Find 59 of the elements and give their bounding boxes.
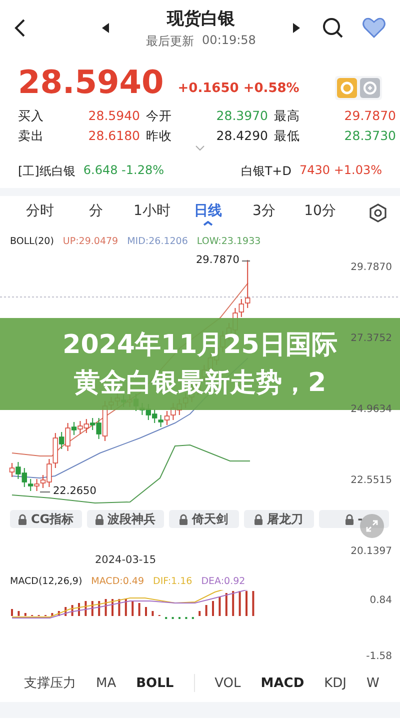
price-axis-label: 20.1397 xyxy=(350,546,392,557)
stat-label: 昨收 xyxy=(146,128,173,145)
boll-middle-value: MID:26.1206 xyxy=(127,236,188,249)
macd-name: MACD(12,26,9) xyxy=(10,576,82,589)
indicator-chip[interactable]: 倚天剑 xyxy=(168,510,239,528)
macd-value: MACD:0.49 xyxy=(91,576,144,589)
stat-label: 卖出 xyxy=(18,128,45,145)
stat-value: 28.4290 xyxy=(215,128,269,145)
update-label: 最后更新 xyxy=(146,32,194,50)
macd-axis-label: 0.84 xyxy=(370,595,392,606)
stat-value: 28.6180 xyxy=(87,128,141,145)
indicator-chip[interactable]: - xyxy=(318,510,389,528)
related-name[interactable]: [工]纸白银 xyxy=(18,163,76,180)
boll-lower-value: LOW:23.1933 xyxy=(196,236,261,249)
period-tab[interactable]: 3分 xyxy=(236,196,292,230)
date-label: 2024-03-15 xyxy=(95,554,156,566)
period-tab[interactable]: 分 xyxy=(68,196,124,230)
period-tab[interactable]: 1小时 xyxy=(124,196,180,230)
indicator-tab[interactable]: BOLL xyxy=(136,676,174,690)
price-axis-label: 27.3752 xyxy=(350,333,392,344)
indicator-tab[interactable]: MA xyxy=(96,676,116,690)
period-tab[interactable]: 10分 xyxy=(292,196,348,230)
current-price: 28.5940 xyxy=(18,64,164,100)
dif-value: DIF:1.16 xyxy=(153,576,192,589)
min-price-label: 22.2650 xyxy=(53,485,96,497)
indicator-tab[interactable]: VOL xyxy=(214,676,241,690)
indicator-chip[interactable]: 屠龙刀 xyxy=(244,510,314,528)
related-name[interactable]: 白银T+D xyxy=(240,163,292,180)
stat-label: 买入 xyxy=(18,108,45,125)
stat-label: 最高 xyxy=(274,108,301,125)
indicator-chip[interactable]: 波段神兵 xyxy=(86,510,164,528)
stat-value: 28.3730 xyxy=(343,128,397,145)
indicator-tab[interactable]: 支撑压力 xyxy=(24,674,76,692)
max-price-label: 29.7870 xyxy=(196,254,240,266)
page-title: 现货白银 xyxy=(167,8,235,30)
related-quote: 6.648 -1.28% xyxy=(83,163,164,179)
banner-title-line: 2024年11月25日国际 xyxy=(62,329,338,362)
stat-label: 最低 xyxy=(274,128,301,145)
indicator-tab[interactable]: MACD xyxy=(260,676,304,690)
period-tab[interactable]: 日线 xyxy=(180,196,236,230)
stat-value: 28.5940 xyxy=(87,108,141,125)
banner-title-line: 黄金白银最新走势，2 xyxy=(74,367,326,400)
price-change: +0.1650 +0.58% xyxy=(178,81,300,98)
dea-value: DEA:0.92 xyxy=(201,576,246,589)
stat-value: 29.7870 xyxy=(343,108,397,125)
indicator-chip[interactable]: CG指标 xyxy=(10,510,82,528)
price-axis-label: 24.9634 xyxy=(350,404,392,415)
price-axis-label: 22.5515 xyxy=(350,475,392,486)
indicator-tab[interactable]: W xyxy=(366,676,380,690)
boll-name: BOLL(20) xyxy=(10,236,54,249)
boll-upper-value: UP:29.0479 xyxy=(62,236,118,249)
update-time: 00:19:58 xyxy=(202,32,256,48)
period-tab[interactable]: 分时 xyxy=(12,196,68,230)
price-axis-label: 29.7870 xyxy=(350,262,392,273)
indicator-tab[interactable]: KDJ xyxy=(324,676,346,690)
macd-axis-label: -1.58 xyxy=(366,651,392,662)
related-quote: 7430 +1.03% xyxy=(299,163,382,179)
stat-value: 28.3970 xyxy=(215,108,269,125)
stat-label: 今开 xyxy=(146,108,173,125)
